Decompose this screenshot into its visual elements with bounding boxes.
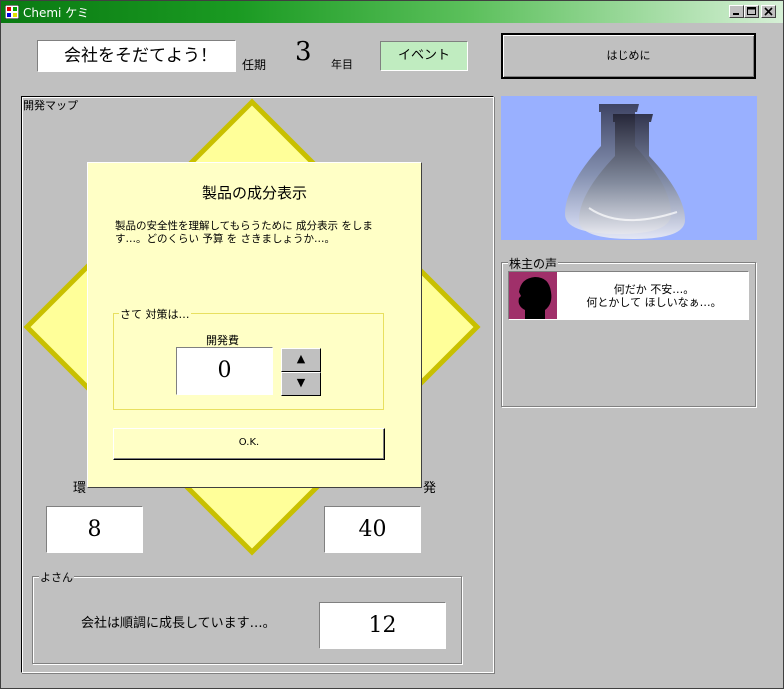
down-arrow-icon: ▼ xyxy=(296,376,306,389)
right-axis-label: 発 xyxy=(423,481,437,496)
budget-message: 会社は順調に成長しています…。 xyxy=(81,616,276,631)
countermeasure-group-label: さて 対策は… xyxy=(119,306,191,322)
shareholder-avatar-icon xyxy=(509,272,557,319)
shareholder-line-1: 何だか 不安…。 xyxy=(613,283,695,296)
dialog-description-line-2: す…。どのくらい 予算 を さきましょうか…。 xyxy=(115,233,336,245)
budget-value-field: 12 xyxy=(319,602,446,649)
maximize-button[interactable] xyxy=(744,5,759,18)
year-unit: 年目 xyxy=(331,58,353,71)
dev-cost-input[interactable]: 0 xyxy=(176,347,273,395)
close-icon xyxy=(764,7,773,16)
window-title: Chemi ケミ xyxy=(23,6,89,20)
right-value-field: 40 xyxy=(324,506,421,553)
company-name-field: 会社をそだてよう！ xyxy=(37,40,236,72)
intro-button[interactable]: はじめに xyxy=(501,33,756,79)
year-value: 3 xyxy=(295,37,312,67)
minimize-icon xyxy=(733,13,739,15)
ok-button[interactable]: O.K. xyxy=(113,428,385,460)
left-value-field: 8 xyxy=(46,506,143,553)
flask-image xyxy=(501,96,757,240)
dialog-title: 製品の成分表示 xyxy=(201,184,307,202)
shareholder-line-2: 何とかして ほしいなぁ…。 xyxy=(586,296,722,309)
title-bar[interactable]: Chemi ケミ xyxy=(1,1,783,23)
up-arrow-icon: ▲ xyxy=(296,352,306,365)
flask-icon xyxy=(565,104,685,239)
app-window: Chemi ケミ 会社をそだてよう！ 任期 3 年目 イベント はじめに 開発マ… xyxy=(0,0,784,689)
dev-cost-label: 開発費 xyxy=(206,334,239,347)
increment-button[interactable]: ▲ xyxy=(281,348,321,372)
maximize-icon xyxy=(747,7,756,15)
close-button[interactable] xyxy=(761,5,776,18)
event-indicator[interactable]: イベント xyxy=(380,41,468,71)
app-icon xyxy=(5,5,19,19)
term-label: 任期 xyxy=(242,58,267,72)
left-axis-label: 環 xyxy=(73,481,87,496)
shareholder-group-label: 株主の声 xyxy=(508,255,559,272)
decrement-button[interactable]: ▼ xyxy=(281,372,321,396)
budget-group-label: よさん xyxy=(39,569,74,585)
dialog-description-line-1: 製品の安全性を理解してもらうために 成分表示 をしま xyxy=(115,220,373,232)
minimize-button[interactable] xyxy=(729,5,744,18)
